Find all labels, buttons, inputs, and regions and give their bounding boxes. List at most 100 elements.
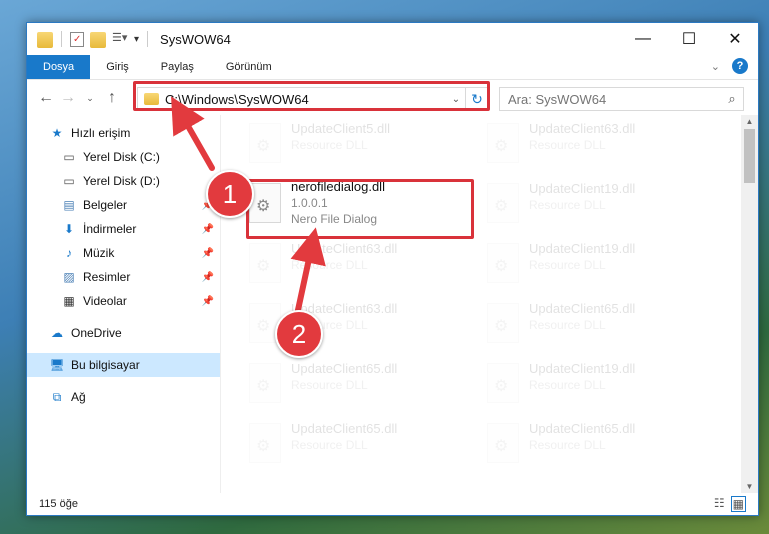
navigation-bar: ← → ⌄ ↑ C:\Windows\SysWOW64 ⌄ ↻ ⌕ [27, 80, 758, 116]
sidebar-item-label: Hızlı erişim [71, 126, 131, 140]
folder-icon [144, 93, 159, 105]
dll-file-icon: ⚙ [487, 243, 519, 283]
list-item[interactable]: ⚙ UpdateClient65.dll Resource DLL [245, 357, 475, 409]
list-item[interactable]: ⚙ UpdateClient63.dll Resource DLL [483, 117, 713, 169]
dll-file-icon: ⚙ [487, 183, 519, 223]
list-item[interactable]: ⚙ UpdateClient65.dll Resource DLL [483, 297, 713, 349]
step-2-badge: 2 [275, 310, 323, 358]
file-name: nerofiledialog.dll [291, 179, 385, 194]
pin-icon[interactable]: 📌 [202, 248, 214, 259]
list-item[interactable]: ⚙ UpdateClient65.dll Resource DLL [483, 417, 713, 469]
refresh-icon[interactable]: ↻ [465, 88, 488, 110]
highlighted-file-nerofiledialog[interactable]: ⚙ nerofiledialog.dll 1.0.0.1 Nero File D… [245, 177, 475, 233]
computer-icon: 🖥 [49, 358, 65, 372]
file-description: Resource DLL [529, 378, 606, 392]
sidebar-item-label: Müzik [83, 246, 115, 260]
new-folder-icon[interactable] [90, 32, 106, 48]
separator [147, 31, 149, 47]
sidebar-item-this-pc[interactable]: 🖥 Bu bilgisayar [27, 353, 220, 377]
file-name: UpdateClient63.dll [529, 121, 636, 136]
tiles-view-icon[interactable]: ▦ [730, 496, 746, 512]
dll-file-icon: ⚙ [487, 303, 519, 343]
pin-icon[interactable]: 📌 [202, 272, 214, 283]
view-options-icon[interactable]: ☰▾ [112, 31, 128, 47]
sidebar-item-pictures[interactable]: ▨ Resimler 📌 [27, 265, 220, 289]
file-description: Nero File Dialog [291, 212, 378, 226]
ribbon-right-controls: ⌄ ? [711, 58, 748, 74]
sidebar-item-network[interactable]: ⧉ Ağ [27, 385, 220, 409]
sidebar-item-disk-c[interactable]: ▭ Yerel Disk (C:) [27, 145, 220, 169]
minimize-button[interactable]: — [620, 23, 666, 55]
file-description: Resource DLL [529, 318, 606, 332]
file-description: Resource DLL [291, 378, 368, 392]
tab-gorunum[interactable]: Görünüm [210, 55, 288, 79]
address-bar[interactable]: C:\Windows\SysWOW64 ⌄ ↻ [137, 87, 489, 111]
forward-arrow-icon[interactable]: → [57, 89, 79, 107]
tab-giris[interactable]: Giriş [90, 55, 145, 79]
gear-icon: ⚙ [494, 138, 509, 155]
gear-icon: ⚙ [494, 198, 509, 215]
status-bar: 115 öğe ☷ ▦ [27, 493, 758, 515]
sidebar-item-downloads[interactable]: ⬇ İndirmeler 📌 [27, 217, 220, 241]
list-item[interactable]: ⚙ UpdateClient19.dll Resource DLL [483, 357, 713, 409]
customize-toolbar-icon[interactable]: ▾ [134, 34, 139, 45]
dll-file-icon: ⚙ [249, 243, 281, 283]
sidebar-item-disk-d[interactable]: ▭ Yerel Disk (D:) [27, 169, 220, 193]
search-icon[interactable]: ⌕ [721, 91, 743, 107]
sidebar-item-quick-access[interactable]: ★ Hızlı erişim [27, 121, 220, 145]
list-item[interactable]: ⚙ UpdateClient19.dll Resource DLL [483, 237, 713, 289]
vertical-scrollbar[interactable]: ▲ ▼ [741, 115, 758, 493]
search-box[interactable]: ⌕ [499, 87, 744, 111]
sidebar-item-onedrive[interactable]: ☁ OneDrive [27, 321, 220, 345]
gear-icon: ⚙ [256, 438, 271, 455]
help-icon[interactable]: ? [732, 58, 748, 74]
ribbon-tabs: Dosya Giriş Paylaş Görünüm ⌄ ? [27, 55, 758, 80]
scroll-up-icon[interactable]: ▲ [741, 117, 758, 126]
sidebar-item-label: Yerel Disk (C:) [83, 150, 160, 164]
maximize-button[interactable]: ☐ [666, 23, 712, 55]
file-description: Resource DLL [291, 138, 368, 152]
file-name: UpdateClient65.dll [291, 361, 398, 376]
file-version: 1.0.0.1 [291, 196, 328, 210]
drive-icon: ▭ [63, 150, 75, 164]
pin-icon[interactable]: 📌 [202, 296, 214, 307]
up-arrow-icon[interactable]: ↑ [101, 89, 123, 107]
list-item[interactable]: ⚙ UpdateClient19.dll Resource DLL [483, 177, 713, 229]
sidebar-item-label: Resimler [83, 270, 131, 284]
file-name: UpdateClient19.dll [529, 181, 636, 196]
list-item[interactable]: ⚙ UpdateClient65.dll Resource DLL [245, 417, 475, 469]
chevron-down-icon[interactable]: ⌄ [447, 94, 465, 105]
content-area: ★ Hızlı erişim ▭ Yerel Disk (C:) ▭ Yerel… [27, 115, 758, 493]
view-switcher: ☷ ▦ [714, 496, 746, 512]
details-view-icon[interactable]: ☷ [714, 496, 725, 512]
star-icon: ★ [51, 126, 63, 140]
search-input[interactable] [500, 90, 721, 108]
close-button[interactable]: ✕ [712, 23, 758, 55]
address-path[interactable]: C:\Windows\SysWOW64 [165, 92, 447, 107]
gear-icon: ⚙ [256, 258, 271, 275]
gear-icon: ⚙ [256, 318, 271, 335]
sidebar-item-music[interactable]: ♪ Müzik 📌 [27, 241, 220, 265]
list-item[interactable]: ⚙ UpdateClient5.dll Resource DLL [245, 117, 475, 169]
back-arrow-icon[interactable]: ← [35, 89, 57, 107]
sidebar-item-documents[interactable]: ▤ Belgeler 📌 [27, 193, 220, 217]
sidebar-item-videos[interactable]: ▦ Videolar 📌 [27, 289, 220, 313]
tab-paylas[interactable]: Paylaş [145, 55, 210, 79]
list-item[interactable]: ⚙ UpdateClient63.dll Resource DLL [245, 237, 475, 289]
properties-icon[interactable]: ✓ [70, 31, 84, 47]
separator [61, 31, 62, 47]
sidebar-item-label: İndirmeler [83, 222, 137, 236]
navigation-pane: ★ Hızlı erişim ▭ Yerel Disk (C:) ▭ Yerel… [27, 115, 221, 493]
pin-icon[interactable]: 📌 [202, 224, 214, 235]
title-bar: ✓ ☰▾ ▾ SysWOW64 — ☐ ✕ [27, 23, 758, 55]
sidebar-item-label: Ağ [71, 390, 86, 404]
tab-dosya[interactable]: Dosya [27, 55, 91, 79]
network-icon: ⧉ [52, 389, 62, 404]
file-description: Resource DLL [529, 438, 606, 452]
scrollbar-thumb[interactable] [744, 129, 755, 183]
dll-file-icon: ⚙ [249, 423, 281, 463]
expand-ribbon-icon[interactable]: ⌄ [711, 60, 720, 73]
recent-locations-icon[interactable]: ⌄ [79, 93, 101, 104]
scroll-down-icon[interactable]: ▼ [741, 482, 758, 491]
video-icon: ▦ [63, 294, 75, 308]
